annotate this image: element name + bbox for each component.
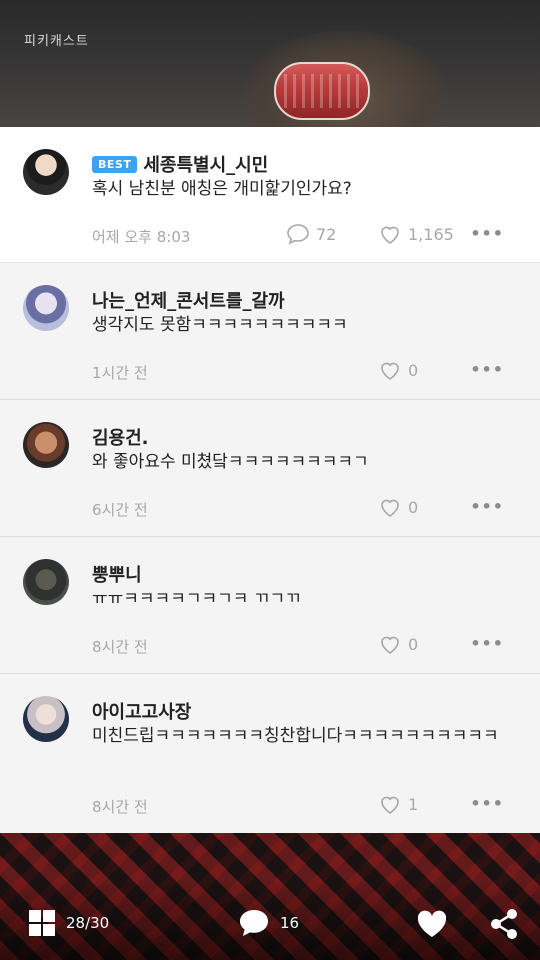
comment-text: 미친드립ㅋㅋㅋㅋㅋㅋㅋ칭찬합니다ㅋㅋㅋㅋㅋㅋㅋㅋㅋㅋ <box>92 726 499 746</box>
comment-header: BEST 세종특별시_시민 <box>92 151 268 177</box>
more-options-button[interactable]: ••• <box>470 634 504 653</box>
comment-time: 어제 오후 8:03 <box>92 228 191 246</box>
comment-icon <box>240 910 268 936</box>
comment-author[interactable]: 세종특별시_시민 <box>143 151 268 177</box>
reply-button[interactable]: 72 <box>286 223 336 245</box>
comment-author[interactable]: 나는_언제_콘서트를_갈까 <box>92 287 285 313</box>
comment-header: 아이고고사장 <box>92 698 191 724</box>
comment-author[interactable]: 아이고고사장 <box>92 698 191 724</box>
like-count: 0 <box>408 497 419 517</box>
page-grid-button[interactable]: 28/30 <box>28 909 109 937</box>
heart-icon <box>381 636 399 654</box>
comment-time: 8시간 전 <box>92 798 148 816</box>
comment-text: 혹시 남친분 애칭은 개미핥기인가요? <box>92 179 352 199</box>
share-icon <box>491 909 517 939</box>
brand-logo: 피키캐스트 <box>24 34 89 49</box>
comment-header: 나는_언제_콘서트를_갈까 <box>92 287 285 313</box>
comment-panel: BEST 세종특별시_시민 혹시 남친분 애칭은 개미핥기인가요? 어제 오후 … <box>0 127 540 833</box>
reply-count: 72 <box>316 224 337 244</box>
like-button[interactable]: 1 <box>378 793 418 815</box>
avatar[interactable] <box>23 696 69 742</box>
comment-item[interactable]: 김용건. 와 좋아요수 미쳤닼ㅋㅋㅋㅋㅋㅋㅋㅋㄱ 6시간 전 0 ••• <box>0 400 540 537</box>
heart-icon <box>381 796 399 814</box>
grid-icon <box>29 910 55 936</box>
like-button[interactable]: 0 <box>378 633 418 655</box>
comment-time: 6시간 전 <box>92 501 148 519</box>
heart-icon <box>381 362 399 380</box>
comment-icon <box>287 224 309 245</box>
like-post-button[interactable] <box>416 909 448 939</box>
more-options-button[interactable]: ••• <box>470 497 504 516</box>
comment-item[interactable]: 아이고고사장 미친드립ㅋㅋㅋㅋㅋㅋㅋ칭찬합니다ㅋㅋㅋㅋㅋㅋㅋㅋㅋㅋ 8시간 전 … <box>0 674 540 833</box>
like-count: 1,165 <box>408 224 454 244</box>
comment-time: 8시간 전 <box>92 638 148 656</box>
avatar[interactable] <box>23 149 69 195</box>
more-options-button[interactable]: ••• <box>470 794 504 813</box>
best-comment[interactable]: BEST 세종특별시_시민 혹시 남친분 애칭은 개미핥기인가요? 어제 오후 … <box>0 127 540 263</box>
like-count: 0 <box>408 634 419 654</box>
comment-text: ㅠㅠㅋㅋㅋㅋㄱㅋㄱㅋ ㄲㄱㄲ <box>92 589 301 609</box>
comment-count: 16 <box>280 914 300 932</box>
like-count: 1 <box>408 794 419 814</box>
comment-time: 1시간 전 <box>92 364 148 382</box>
page-indicator: 28/30 <box>66 914 110 932</box>
comment-item[interactable]: 나는_언제_콘서트를_갈까 생각지도 못함ㅋㅋㅋㅋㅋㅋㅋㅋㅋㅋ 1시간 전 0 … <box>0 263 540 400</box>
like-button[interactable]: 0 <box>378 359 418 381</box>
comment-author[interactable]: 김용건. <box>92 424 149 450</box>
photo-hair-roller <box>274 62 370 120</box>
like-count: 0 <box>408 360 419 380</box>
comment-item[interactable]: 뿡뿌니 ㅠㅠㅋㅋㅋㅋㄱㅋㄱㅋ ㄲㄱㄲ 8시간 전 0 ••• <box>0 537 540 674</box>
avatar[interactable] <box>23 285 69 331</box>
background-photo-top <box>0 0 540 127</box>
avatar[interactable] <box>23 422 69 468</box>
heart-icon <box>381 226 399 244</box>
like-button[interactable]: 1,165 <box>378 223 454 245</box>
comment-header: 뿡뿌니 <box>92 561 142 587</box>
like-button[interactable]: 0 <box>378 496 418 518</box>
avatar[interactable] <box>23 559 69 605</box>
comments-button[interactable]: 16 <box>238 907 299 939</box>
comment-text: 와 좋아요수 미쳤닼ㅋㅋㅋㅋㅋㅋㅋㅋㄱ <box>92 452 369 472</box>
heart-icon <box>381 499 399 517</box>
comment-author[interactable]: 뿡뿌니 <box>92 561 142 587</box>
best-badge: BEST <box>92 155 138 173</box>
share-button[interactable] <box>489 908 519 940</box>
heart-icon <box>417 910 447 937</box>
more-options-button[interactable]: ••• <box>470 224 504 243</box>
more-options-button[interactable]: ••• <box>470 360 504 379</box>
comment-header: 김용건. <box>92 424 149 450</box>
comment-text: 생각지도 못함ㅋㅋㅋㅋㅋㅋㅋㅋㅋㅋ <box>92 315 348 335</box>
